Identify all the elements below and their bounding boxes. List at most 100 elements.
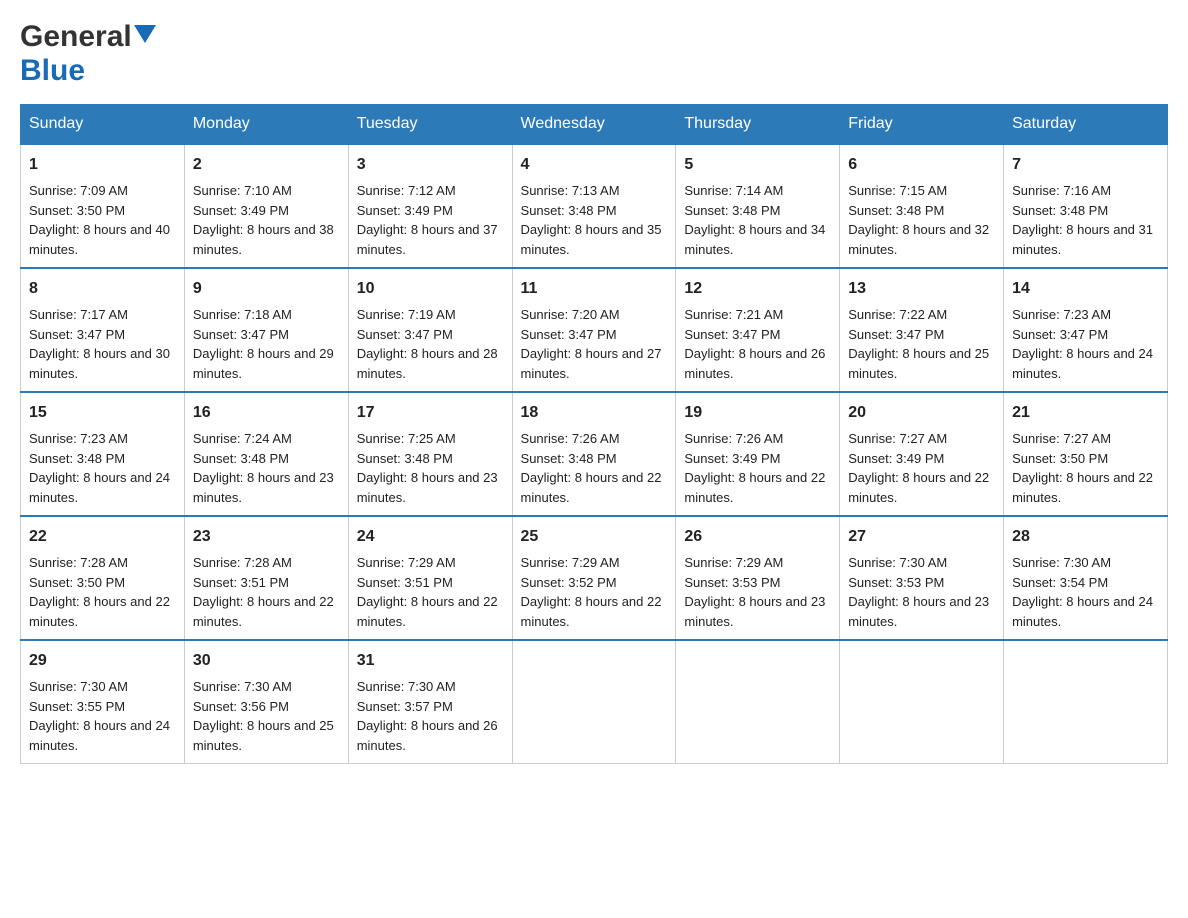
sunset-label: Sunset: 3:48 PM [1012, 203, 1108, 218]
sunrise-label: Sunrise: 7:30 AM [1012, 555, 1111, 570]
sunrise-label: Sunrise: 7:19 AM [357, 307, 456, 322]
daylight-label: Daylight: 8 hours and 23 minutes. [848, 594, 989, 629]
day-number: 26 [684, 525, 831, 549]
daylight-label: Daylight: 8 hours and 32 minutes. [848, 222, 989, 257]
sunset-label: Sunset: 3:48 PM [29, 451, 125, 466]
day-cell: 7 Sunrise: 7:16 AM Sunset: 3:48 PM Dayli… [1004, 144, 1168, 268]
day-number: 14 [1012, 277, 1159, 301]
day-number: 3 [357, 153, 504, 177]
day-number: 9 [193, 277, 340, 301]
sunset-label: Sunset: 3:49 PM [193, 203, 289, 218]
day-number: 1 [29, 153, 176, 177]
day-cell: 25 Sunrise: 7:29 AM Sunset: 3:52 PM Dayl… [512, 516, 676, 640]
day-number: 28 [1012, 525, 1159, 549]
sunset-label: Sunset: 3:48 PM [193, 451, 289, 466]
day-cell: 29 Sunrise: 7:30 AM Sunset: 3:55 PM Dayl… [21, 640, 185, 764]
col-header-wednesday: Wednesday [512, 105, 676, 145]
daylight-label: Daylight: 8 hours and 40 minutes. [29, 222, 170, 257]
daylight-label: Daylight: 8 hours and 25 minutes. [848, 346, 989, 381]
day-cell: 28 Sunrise: 7:30 AM Sunset: 3:54 PM Dayl… [1004, 516, 1168, 640]
calendar-table: SundayMondayTuesdayWednesdayThursdayFrid… [20, 104, 1168, 764]
day-cell: 30 Sunrise: 7:30 AM Sunset: 3:56 PM Dayl… [184, 640, 348, 764]
sunset-label: Sunset: 3:48 PM [521, 203, 617, 218]
sunset-label: Sunset: 3:47 PM [521, 327, 617, 342]
sunrise-label: Sunrise: 7:29 AM [521, 555, 620, 570]
day-cell: 21 Sunrise: 7:27 AM Sunset: 3:50 PM Dayl… [1004, 392, 1168, 516]
sunrise-label: Sunrise: 7:13 AM [521, 183, 620, 198]
day-cell: 20 Sunrise: 7:27 AM Sunset: 3:49 PM Dayl… [840, 392, 1004, 516]
sunset-label: Sunset: 3:53 PM [848, 575, 944, 590]
day-cell: 3 Sunrise: 7:12 AM Sunset: 3:49 PM Dayli… [348, 144, 512, 268]
daylight-label: Daylight: 8 hours and 38 minutes. [193, 222, 334, 257]
col-header-thursday: Thursday [676, 105, 840, 145]
sunrise-label: Sunrise: 7:30 AM [193, 679, 292, 694]
day-cell: 19 Sunrise: 7:26 AM Sunset: 3:49 PM Dayl… [676, 392, 840, 516]
sunset-label: Sunset: 3:49 PM [684, 451, 780, 466]
sunset-label: Sunset: 3:47 PM [29, 327, 125, 342]
sunrise-label: Sunrise: 7:27 AM [848, 431, 947, 446]
daylight-label: Daylight: 8 hours and 29 minutes. [193, 346, 334, 381]
day-cell: 13 Sunrise: 7:22 AM Sunset: 3:47 PM Dayl… [840, 268, 1004, 392]
sunrise-label: Sunrise: 7:12 AM [357, 183, 456, 198]
sunrise-label: Sunrise: 7:28 AM [193, 555, 292, 570]
sunrise-label: Sunrise: 7:10 AM [193, 183, 292, 198]
sunrise-label: Sunrise: 7:15 AM [848, 183, 947, 198]
day-cell: 4 Sunrise: 7:13 AM Sunset: 3:48 PM Dayli… [512, 144, 676, 268]
week-row-5: 29 Sunrise: 7:30 AM Sunset: 3:55 PM Dayl… [21, 640, 1168, 764]
sunrise-label: Sunrise: 7:25 AM [357, 431, 456, 446]
sunset-label: Sunset: 3:50 PM [29, 203, 125, 218]
day-number: 11 [521, 277, 668, 301]
day-number: 10 [357, 277, 504, 301]
sunrise-label: Sunrise: 7:23 AM [29, 431, 128, 446]
day-number: 13 [848, 277, 995, 301]
daylight-label: Daylight: 8 hours and 22 minutes. [521, 594, 662, 629]
week-row-3: 15 Sunrise: 7:23 AM Sunset: 3:48 PM Dayl… [21, 392, 1168, 516]
day-number: 18 [521, 401, 668, 425]
col-header-friday: Friday [840, 105, 1004, 145]
week-row-1: 1 Sunrise: 7:09 AM Sunset: 3:50 PM Dayli… [21, 144, 1168, 268]
day-cell [1004, 640, 1168, 764]
page-header: General Blue [20, 20, 1168, 88]
day-number: 31 [357, 649, 504, 673]
day-cell: 6 Sunrise: 7:15 AM Sunset: 3:48 PM Dayli… [840, 144, 1004, 268]
week-row-4: 22 Sunrise: 7:28 AM Sunset: 3:50 PM Dayl… [21, 516, 1168, 640]
day-cell: 23 Sunrise: 7:28 AM Sunset: 3:51 PM Dayl… [184, 516, 348, 640]
daylight-label: Daylight: 8 hours and 31 minutes. [1012, 222, 1153, 257]
logo-general-text: General [20, 20, 132, 54]
sunset-label: Sunset: 3:56 PM [193, 699, 289, 714]
day-number: 5 [684, 153, 831, 177]
daylight-label: Daylight: 8 hours and 22 minutes. [1012, 470, 1153, 505]
day-cell [512, 640, 676, 764]
sunrise-label: Sunrise: 7:30 AM [29, 679, 128, 694]
sunrise-label: Sunrise: 7:26 AM [684, 431, 783, 446]
day-number: 6 [848, 153, 995, 177]
day-cell: 18 Sunrise: 7:26 AM Sunset: 3:48 PM Dayl… [512, 392, 676, 516]
sunrise-label: Sunrise: 7:16 AM [1012, 183, 1111, 198]
day-number: 22 [29, 525, 176, 549]
day-cell: 12 Sunrise: 7:21 AM Sunset: 3:47 PM Dayl… [676, 268, 840, 392]
sunset-label: Sunset: 3:52 PM [521, 575, 617, 590]
sunset-label: Sunset: 3:48 PM [357, 451, 453, 466]
daylight-label: Daylight: 8 hours and 22 minutes. [521, 470, 662, 505]
sunset-label: Sunset: 3:49 PM [848, 451, 944, 466]
sunset-label: Sunset: 3:47 PM [684, 327, 780, 342]
day-number: 29 [29, 649, 176, 673]
sunset-label: Sunset: 3:49 PM [357, 203, 453, 218]
daylight-label: Daylight: 8 hours and 24 minutes. [29, 718, 170, 753]
sunrise-label: Sunrise: 7:23 AM [1012, 307, 1111, 322]
daylight-label: Daylight: 8 hours and 22 minutes. [848, 470, 989, 505]
day-number: 25 [521, 525, 668, 549]
sunrise-label: Sunrise: 7:18 AM [193, 307, 292, 322]
sunrise-label: Sunrise: 7:29 AM [357, 555, 456, 570]
col-header-tuesday: Tuesday [348, 105, 512, 145]
daylight-label: Daylight: 8 hours and 25 minutes. [193, 718, 334, 753]
day-number: 15 [29, 401, 176, 425]
sunrise-label: Sunrise: 7:17 AM [29, 307, 128, 322]
day-cell [676, 640, 840, 764]
day-number: 20 [848, 401, 995, 425]
daylight-label: Daylight: 8 hours and 26 minutes. [684, 346, 825, 381]
day-number: 16 [193, 401, 340, 425]
sunset-label: Sunset: 3:48 PM [521, 451, 617, 466]
day-cell: 22 Sunrise: 7:28 AM Sunset: 3:50 PM Dayl… [21, 516, 185, 640]
daylight-label: Daylight: 8 hours and 22 minutes. [29, 594, 170, 629]
